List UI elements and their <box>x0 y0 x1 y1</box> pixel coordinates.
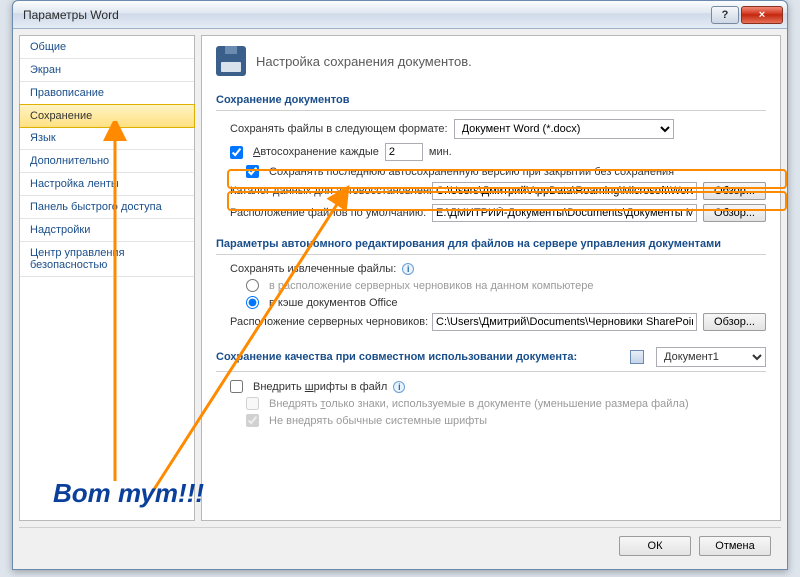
embed-only-used-label: Внедрять только знаки, используемые в до… <box>269 398 689 410</box>
section-save-documents: Сохранение документов <box>216 90 766 111</box>
window-buttons: ? × <box>709 6 783 24</box>
cancel-button[interactable]: Отмена <box>699 536 771 556</box>
page-header: Настройка сохранения документов. <box>216 46 766 76</box>
sidebar-item-trust-center[interactable]: Центр управления безопасностью <box>20 242 194 277</box>
embed-fonts-label: Внедрить шрифты в файл <box>253 381 387 393</box>
save-extracted-label: Сохранять извлеченные файлы: <box>230 263 396 275</box>
embed-fonts-checkbox[interactable] <box>230 380 243 393</box>
titlebar[interactable]: Параметры Word ? × <box>13 1 787 29</box>
browse-default-location-button[interactable]: Обзор... <box>703 204 766 222</box>
save-format-label: Сохранять файлы в следующем формате: <box>230 123 448 135</box>
no-system-fonts-checkbox <box>246 414 259 427</box>
info-icon[interactable]: i <box>393 381 405 393</box>
dialog-body: Общие Экран Правописание Сохранение Язык… <box>13 29 787 527</box>
options-dialog: Параметры Word ? × Общие Экран Правописа… <box>12 0 788 570</box>
info-icon[interactable]: i <box>402 263 414 275</box>
embed-only-used-checkbox <box>246 397 259 410</box>
fidelity-document-select[interactable]: Документ1 <box>656 347 766 367</box>
section-fidelity: Сохранение качества при совместном испол… <box>216 343 766 372</box>
radio-office-cache-label: в кэше документов Office <box>269 297 398 309</box>
sidebar-item-addins[interactable]: Надстройки <box>20 219 194 242</box>
server-drafts-path-input[interactable] <box>432 313 697 331</box>
sidebar-item-customize-ribbon[interactable]: Настройка ленты <box>20 173 194 196</box>
page-title: Настройка сохранения документов. <box>256 54 472 69</box>
browse-autorecover-button[interactable]: Обзор... <box>703 182 766 200</box>
sidebar-item-proofing[interactable]: Правописание <box>20 82 194 105</box>
server-drafts-path-label: Расположение серверных черновиков: <box>230 316 426 328</box>
autorecover-path-label: Каталог данных для автовосстановления: <box>230 185 426 197</box>
sidebar: Общие Экран Правописание Сохранение Язык… <box>19 35 195 521</box>
no-system-fonts-label: Не внедрять обычные системные шрифты <box>269 415 487 427</box>
callout-text: Вот тут!!! <box>53 478 204 509</box>
keep-last-autosave-label: Сохранять последнюю автосохраненную верс… <box>269 166 674 178</box>
browse-server-drafts-button[interactable]: Обзор... <box>703 313 766 331</box>
keep-last-autosave-checkbox[interactable] <box>246 165 259 178</box>
sidebar-item-quick-access[interactable]: Панель быстрого доступа <box>20 196 194 219</box>
autorecover-path-input[interactable] <box>432 182 697 200</box>
close-button[interactable]: × <box>741 6 783 24</box>
section-offline-editing: Параметры автономного редактирования для… <box>216 234 766 255</box>
window-title: Параметры Word <box>23 8 709 22</box>
main-pane: Настройка сохранения документов. Сохране… <box>201 35 781 521</box>
autosave-minutes-input[interactable] <box>385 143 423 161</box>
save-format-select[interactable]: Документ Word (*.docx) <box>454 119 674 139</box>
help-button[interactable]: ? <box>711 6 739 24</box>
sidebar-item-display[interactable]: Экран <box>20 59 194 82</box>
sidebar-item-language[interactable]: Язык <box>20 127 194 150</box>
document-icon <box>630 350 644 364</box>
default-location-input[interactable] <box>432 204 697 222</box>
autosave-label: Автосохранение каждые <box>253 146 379 158</box>
ok-button[interactable]: ОК <box>619 536 691 556</box>
radio-server-drafts-local-label: в расположение серверных черновиков на д… <box>269 280 593 292</box>
sidebar-item-save[interactable]: Сохранение <box>19 104 195 128</box>
default-location-label: Расположение файлов по умолчанию: <box>230 207 426 219</box>
sidebar-item-advanced[interactable]: Дополнительно <box>20 150 194 173</box>
radio-office-cache[interactable] <box>246 296 259 309</box>
autosave-checkbox[interactable] <box>230 146 243 159</box>
radio-server-drafts-local[interactable] <box>246 279 259 292</box>
floppy-disk-icon <box>216 46 246 76</box>
dialog-footer: ОК Отмена <box>19 527 781 563</box>
sidebar-item-general[interactable]: Общие <box>20 36 194 59</box>
autosave-unit: мин. <box>429 146 452 158</box>
